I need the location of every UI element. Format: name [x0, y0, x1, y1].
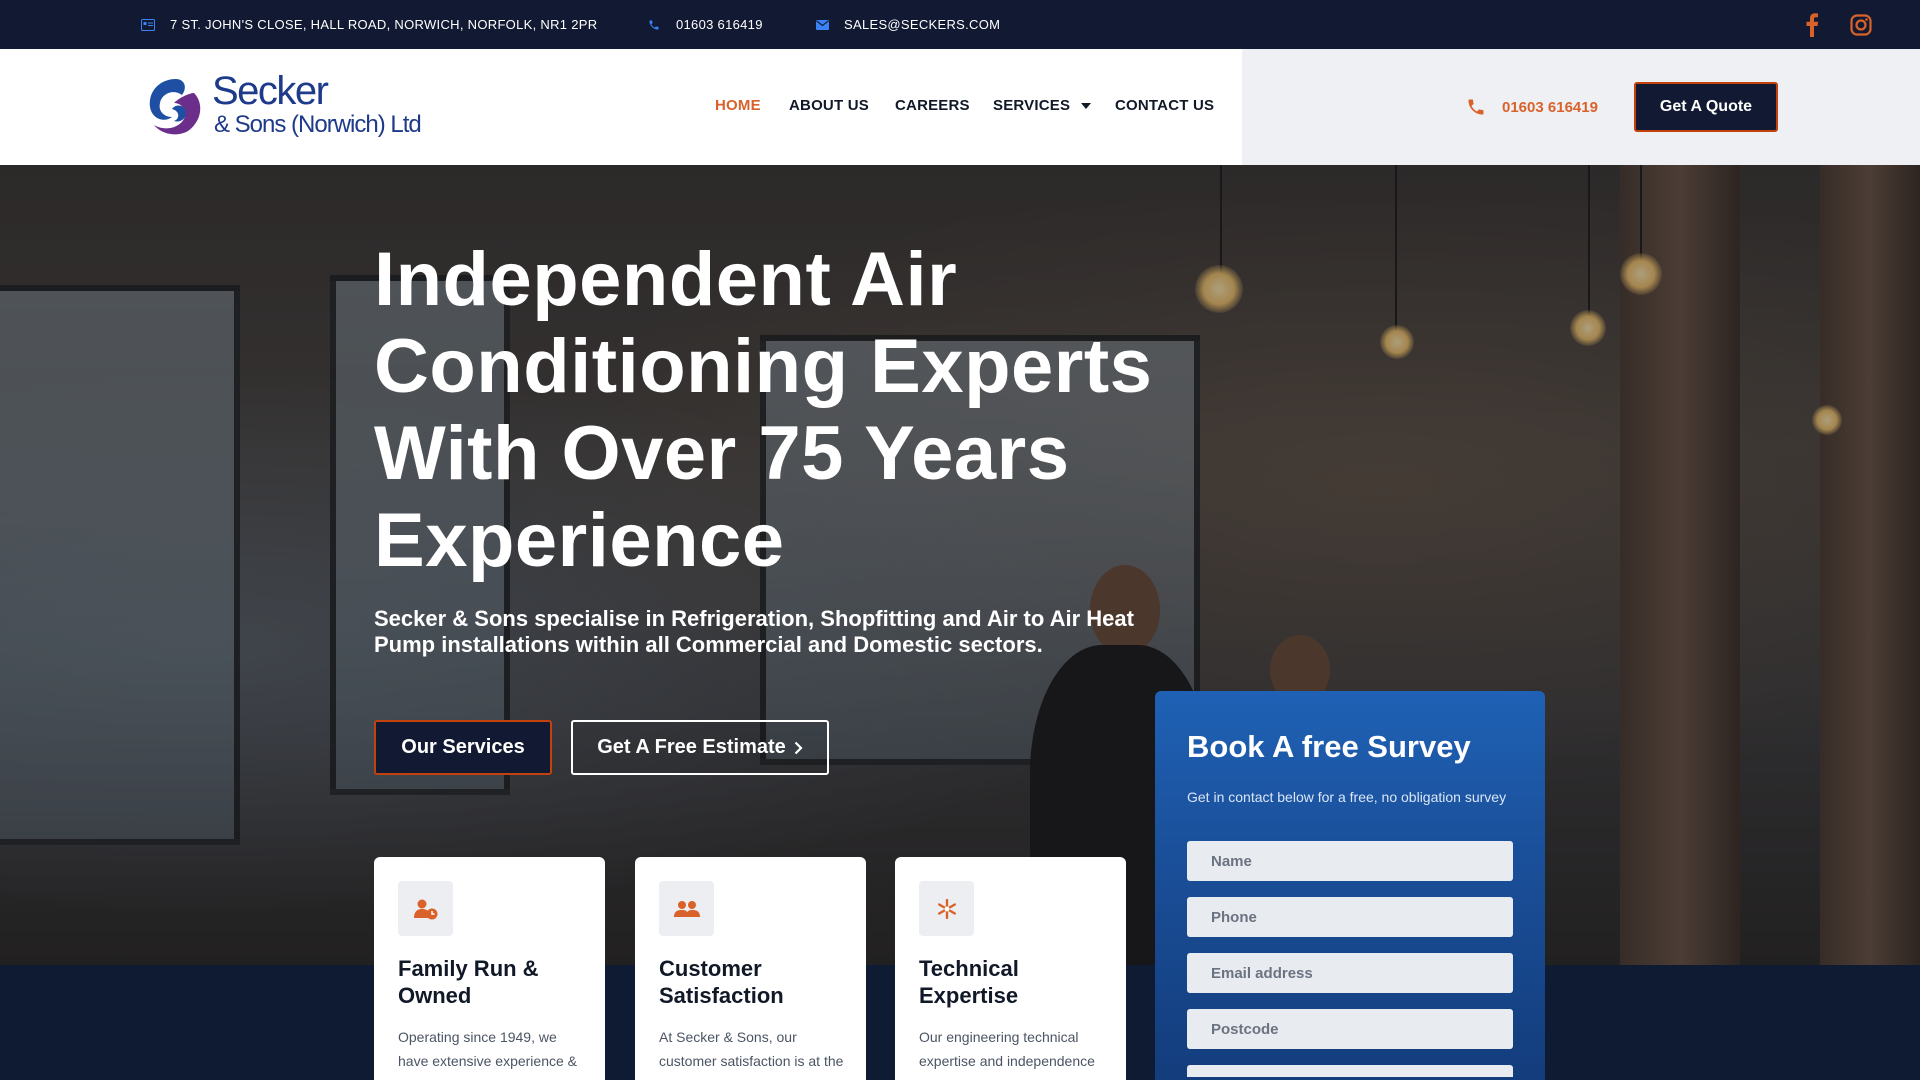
- card-title: Customer Satisfaction: [659, 956, 784, 1008]
- email-item[interactable]: SALES@SECKERS.COM: [814, 0, 1000, 49]
- header-phone[interactable]: 01603 616419: [1466, 49, 1598, 165]
- phone-icon: [646, 17, 662, 33]
- nav-home[interactable]: HOME: [715, 97, 761, 114]
- nav-about-us[interactable]: ABOUT US: [789, 97, 869, 114]
- card-description: Our engineering technical expertise and …: [919, 1029, 1095, 1069]
- phone-text: 01603 616419: [676, 17, 763, 32]
- nav-services[interactable]: SERVICES: [993, 97, 1091, 114]
- phone-icon: [1466, 97, 1486, 117]
- survey-form: Book A free Survey Get in contact below …: [1155, 691, 1545, 1080]
- instagram-icon[interactable]: [1846, 0, 1876, 49]
- top-info-bar: 7 ST. JOHN'S CLOSE, HALL ROAD, NORWICH, …: [0, 0, 1920, 49]
- envelope-icon: [814, 17, 830, 33]
- name-field[interactable]: [1187, 841, 1513, 881]
- feature-card: Customer Satisfaction At Secker & Sons, …: [635, 857, 866, 1080]
- nav-services-label: SERVICES: [993, 97, 1071, 114]
- chevron-down-icon: [1080, 103, 1091, 110]
- card-description: At Secker & Sons, our customer satisfact…: [659, 1029, 844, 1069]
- site-header: Secker & Sons (Norwich) Ltd HOME ABOUT U…: [0, 49, 1920, 165]
- phone-field[interactable]: [1187, 897, 1513, 937]
- address-item: 7 ST. JOHN'S CLOSE, HALL ROAD, NORWICH, …: [140, 0, 597, 49]
- nav-contact-us[interactable]: CONTACT US: [1115, 97, 1214, 114]
- card-title: Technical Expertise: [919, 956, 1019, 1008]
- logo-swirl-icon: [149, 79, 201, 135]
- company-logo[interactable]: Secker & Sons (Norwich) Ltd: [142, 69, 432, 143]
- feature-card: Family Run & Owned Operating since 1949,…: [374, 857, 605, 1080]
- chevron-right-icon: [794, 741, 803, 754]
- logo-name: Secker: [212, 69, 329, 113]
- feature-card: Technical Expertise Our engineering tech…: [895, 857, 1126, 1080]
- free-estimate-button[interactable]: Get A Free Estimate: [571, 720, 829, 775]
- free-estimate-label: Get A Free Estimate: [597, 736, 786, 758]
- postcode-field[interactable]: [1187, 1009, 1513, 1049]
- address-card-icon: [140, 17, 156, 33]
- address-text: 7 ST. JOHN'S CLOSE, HALL ROAD, NORWICH, …: [170, 17, 598, 32]
- partial-field[interactable]: [1187, 1065, 1513, 1077]
- card-description: Operating since 1949, we have extensive …: [398, 1029, 577, 1069]
- card-title: Family Run & Owned: [398, 956, 539, 1008]
- header-phone-text: 01603 616419: [1502, 98, 1598, 116]
- email-text: SALES@SECKERS.COM: [844, 17, 1001, 32]
- hero-title: Independent Air Conditioning Experts Wit…: [374, 237, 1153, 583]
- email-field[interactable]: [1187, 953, 1513, 993]
- phone-item[interactable]: 01603 616419: [646, 0, 763, 49]
- snowflake-icon: [919, 881, 974, 936]
- get-a-quote-button[interactable]: Get A Quote: [1634, 82, 1778, 132]
- users-icon: [659, 881, 714, 936]
- survey-title: Book A free Survey: [1187, 729, 1471, 764]
- survey-description: Get in contact below for a free, no obli…: [1187, 789, 1507, 805]
- family-icon: [398, 881, 453, 936]
- facebook-icon[interactable]: [1797, 0, 1827, 49]
- our-services-button[interactable]: Our Services: [374, 720, 552, 775]
- hero-subtitle: Secker & Sons specialise in Refrigeratio…: [374, 606, 1134, 657]
- nav-careers[interactable]: CAREERS: [895, 97, 970, 114]
- logo-subname: & Sons (Norwich) Ltd: [214, 111, 422, 138]
